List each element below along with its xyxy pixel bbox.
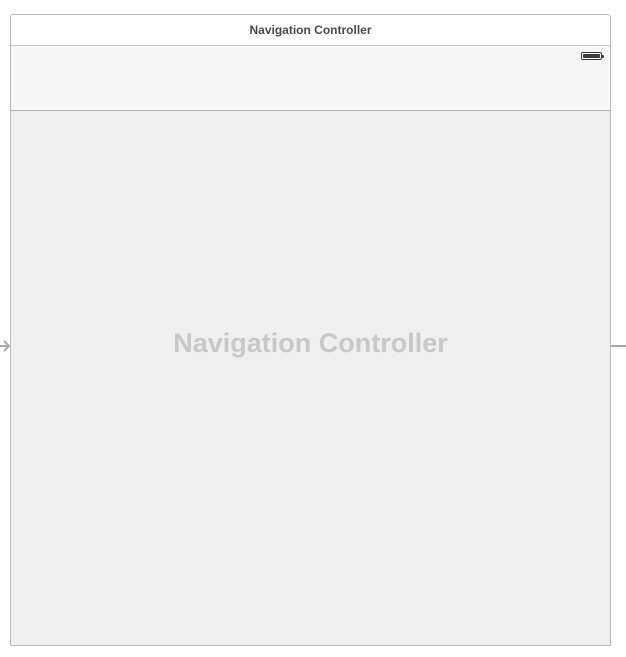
battery-level — [583, 54, 600, 58]
scene-title: Navigation Controller — [249, 23, 372, 37]
segue-connector[interactable] — [611, 345, 626, 347]
navigation-bar[interactable] — [11, 46, 610, 111]
scene-title-bar[interactable]: Navigation Controller — [11, 15, 610, 46]
navigation-controller-scene[interactable]: Navigation Controller Navigation Control… — [10, 14, 611, 646]
battery-icon — [581, 52, 604, 60]
placeholder-label: Navigation Controller — [173, 328, 448, 358]
battery-tip — [602, 55, 604, 58]
content-view[interactable]: Navigation Controller — [11, 111, 610, 645]
